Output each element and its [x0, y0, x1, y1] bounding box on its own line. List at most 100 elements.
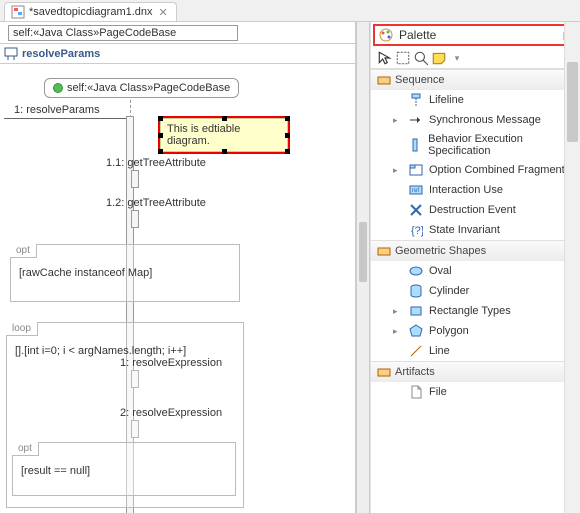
palette-item-interaction-use[interactable]: ref Interaction Use — [371, 180, 580, 200]
palette-item-cylinder[interactable]: Cylinder — [371, 281, 580, 301]
svg-text:{?}: {?} — [411, 225, 423, 237]
item-label: Rectangle Types — [429, 305, 511, 317]
palette-panel: Palette ▷ ▾ Sequence ⊙ Lifeline ▸Synchro… — [370, 22, 580, 513]
section-title: Geometric Shapes — [395, 245, 486, 257]
activation-nested-2[interactable] — [131, 210, 139, 228]
zoom-tool-icon[interactable] — [413, 50, 429, 66]
drawer-icon — [377, 365, 391, 379]
palette-header[interactable]: Palette ▷ — [373, 24, 578, 46]
resize-handle[interactable] — [158, 133, 163, 138]
message-arrow-1 — [4, 118, 126, 119]
fragment-opt-2[interactable]: opt [result == null] — [12, 442, 236, 496]
drawer-icon — [377, 73, 391, 87]
palette-item-rectangle[interactable]: ▸Rectangle Types — [371, 301, 580, 321]
activation-nested-1[interactable] — [131, 170, 139, 188]
palette-item-oval[interactable]: Oval — [371, 261, 580, 281]
palette-section-shapes: Geometric Shapes ⊙ Oval Cylinder ▸Rectan… — [371, 240, 580, 361]
message-label-2[interactable]: 1.1: getTreeAttribute — [106, 157, 206, 169]
palette-item-behavior-exec[interactable]: Behavior Execution Specification — [371, 130, 580, 160]
note-text: This is edtiable diagram. — [167, 123, 240, 147]
fragment-guard: [result == null] — [21, 465, 90, 477]
fragment-icon — [409, 163, 423, 177]
editor-scrollbar[interactable] — [356, 22, 370, 513]
item-label: Synchronous Message — [429, 114, 541, 126]
section-header[interactable]: Sequence ⊙ — [371, 70, 580, 90]
diagram-file-icon — [11, 5, 25, 19]
select-tool-icon[interactable] — [377, 50, 393, 66]
lifeline-label: self:«Java Class»PageCodeBase — [67, 82, 230, 94]
item-label: Lifeline — [429, 94, 464, 106]
fragment-guard: [].[int i=0; i < argNames.length; i++] — [15, 345, 186, 357]
resize-handle[interactable] — [222, 116, 227, 121]
fragment-guard: [rawCache instanceof Map] — [19, 267, 152, 279]
fragment-opt-1[interactable]: opt [rawCache instanceof Map] — [10, 244, 240, 302]
palette-item-state-invariant[interactable]: {?}State Invariant — [371, 220, 580, 240]
note-tool-icon[interactable] — [431, 50, 447, 66]
scrollbar-thumb[interactable] — [567, 62, 578, 142]
resize-handle[interactable] — [285, 116, 290, 121]
message-label-4[interactable]: 1: resolveExpression — [120, 357, 222, 369]
lifeline-icon — [409, 93, 423, 107]
palette-item-polygon[interactable]: ▸Polygon — [371, 321, 580, 341]
palette-icon — [379, 28, 393, 42]
class-icon — [53, 83, 63, 93]
oval-icon — [409, 264, 423, 278]
item-label: File — [429, 386, 447, 398]
scrollbar-thumb[interactable] — [359, 222, 367, 282]
message-label-1[interactable]: 1: resolveParams — [14, 104, 100, 116]
sync-message-icon — [409, 113, 423, 127]
context-bar: self:«Java Class»PageCodeBase — [0, 22, 355, 44]
fragment-label: opt — [12, 442, 39, 456]
tab-title: *savedtopicdiagram1.dnx — [29, 6, 153, 18]
section-title: Artifacts — [395, 366, 435, 378]
message-label-5[interactable]: 2: resolveExpression — [120, 407, 222, 419]
diagram-canvas[interactable]: self:«Java Class»PageCodeBase 1: resolve… — [0, 64, 355, 513]
execution-icon — [408, 138, 422, 152]
palette-scrollbar[interactable] — [564, 22, 580, 513]
cylinder-icon — [409, 284, 423, 298]
palette-item-option-fragment[interactable]: ▸Option Combined Fragment — [371, 160, 580, 180]
section-header[interactable]: Geometric Shapes ⊙ — [371, 241, 580, 261]
palette-title: Palette — [399, 28, 436, 42]
state-invariant-icon: {?} — [409, 223, 423, 237]
section-header[interactable]: Artifacts ⊙ — [371, 362, 580, 382]
message-label-3[interactable]: 1.2: getTreeAttribute — [106, 197, 206, 209]
resize-handle[interactable] — [222, 149, 227, 154]
file-icon — [409, 385, 423, 399]
palette-item-file[interactable]: File — [371, 382, 580, 402]
fragment-label: opt — [10, 244, 37, 258]
item-label: Interaction Use — [429, 184, 503, 196]
palette-toolbar: ▾ — [371, 48, 580, 69]
item-label: Destruction Event — [429, 204, 516, 216]
item-label: Cylinder — [429, 285, 469, 297]
marquee-tool-icon[interactable] — [395, 50, 411, 66]
polygon-icon — [409, 324, 423, 338]
close-icon[interactable]: ✕ — [157, 6, 170, 19]
resize-handle[interactable] — [158, 116, 163, 121]
context-self-box[interactable]: self:«Java Class»PageCodeBase — [8, 25, 238, 41]
palette-item-sync-message[interactable]: ▸Synchronous Message — [371, 110, 580, 130]
fragment-label: loop — [6, 322, 38, 336]
drawer-icon — [377, 244, 391, 258]
svg-text:ref: ref — [412, 188, 419, 194]
resize-handle[interactable] — [158, 149, 163, 154]
palette-item-destruction[interactable]: Destruction Event — [371, 200, 580, 220]
resize-handle[interactable] — [285, 133, 290, 138]
dropdown-icon[interactable]: ▾ — [449, 50, 465, 66]
palette-item-line[interactable]: Line — [371, 341, 580, 361]
destruction-icon — [409, 203, 423, 217]
interaction-use-icon: ref — [409, 183, 423, 197]
rectangle-icon — [409, 304, 423, 318]
diagram-editor: self:«Java Class»PageCodeBase resolvePar… — [0, 22, 356, 513]
palette-item-lifeline[interactable]: Lifeline — [371, 90, 580, 110]
line-icon — [409, 344, 423, 358]
item-label: Behavior Execution Specification — [428, 133, 574, 157]
resize-handle[interactable] — [285, 149, 290, 154]
editor-tab[interactable]: *savedtopicdiagram1.dnx ✕ — [4, 2, 177, 21]
lifeline-header[interactable]: self:«Java Class»PageCodeBase — [44, 78, 239, 98]
section-title: Sequence — [395, 74, 445, 86]
diagram-note[interactable]: This is edtiable diagram. — [160, 118, 288, 152]
interaction-icon — [4, 47, 18, 61]
palette-section-artifacts: Artifacts ⊙ File — [371, 361, 580, 402]
diagram-title-bar: resolveParams — [0, 44, 355, 64]
